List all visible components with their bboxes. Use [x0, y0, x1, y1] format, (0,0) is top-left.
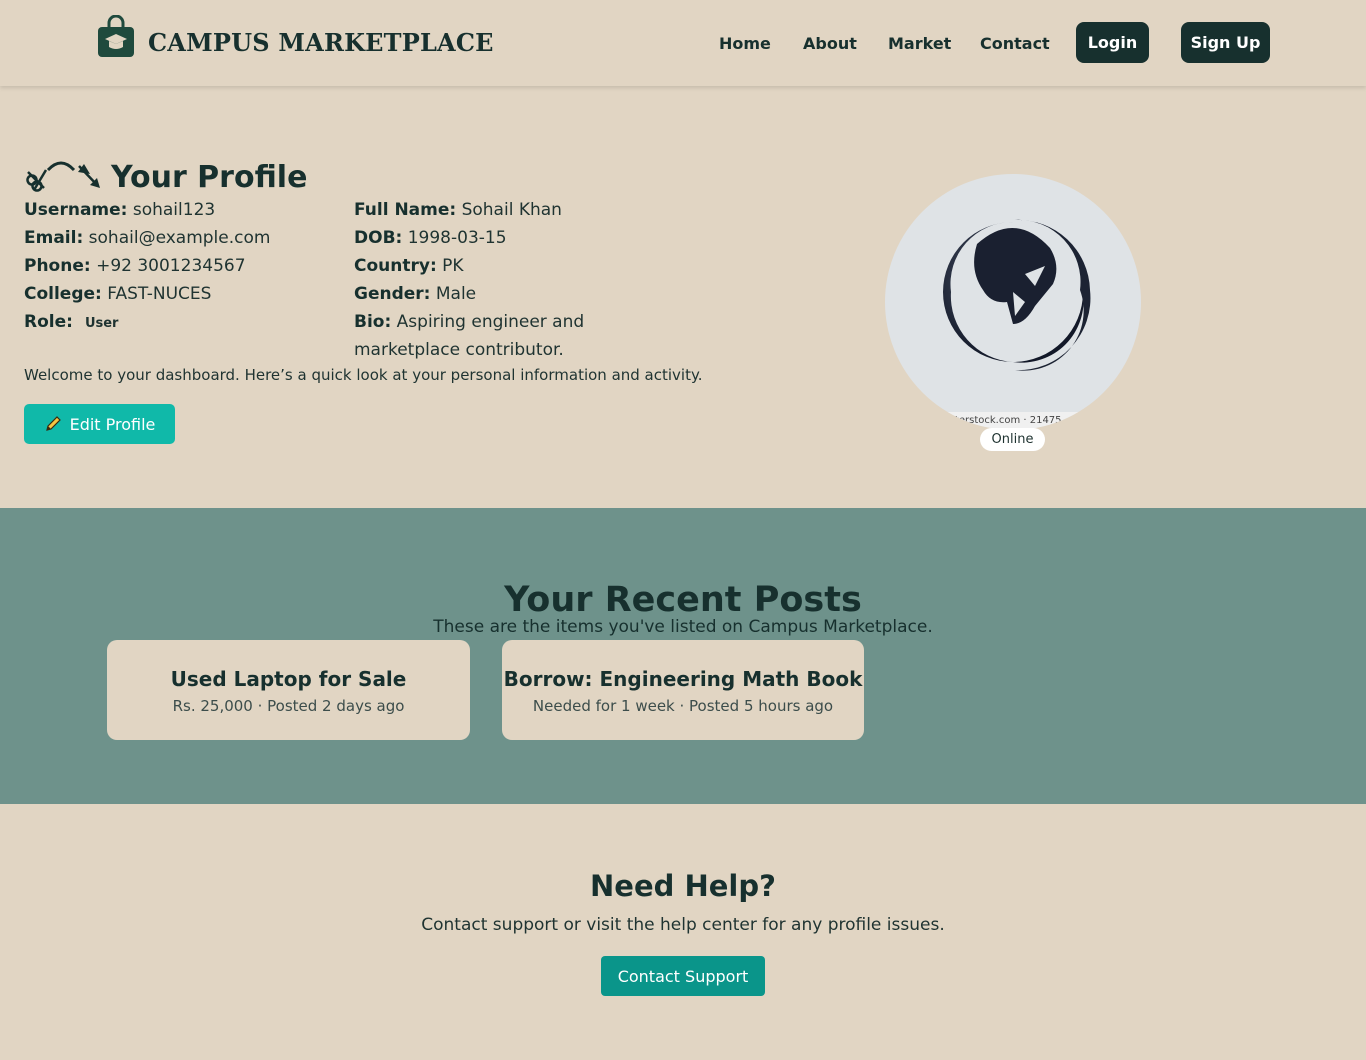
contact-support-button[interactable]: Contact Support: [601, 956, 765, 996]
help-text: Contact support or visit the help center…: [421, 915, 945, 935]
status-badge: Online: [980, 428, 1045, 451]
welcome-text: Welcome to your dashboard. Here’s a quic…: [24, 366, 703, 384]
field-college: College: FAST-NUCES: [24, 284, 212, 304]
field-phone: Phone: +92 3001234567: [24, 256, 246, 276]
scissors-arc-icon: [26, 161, 100, 192]
field-country: Country: PK: [354, 256, 464, 276]
post-card[interactable]: Used Laptop for Sale Rs. 25,000 · Posted…: [107, 640, 470, 740]
field-email: Email: sohail@example.com: [24, 228, 271, 248]
field-dob: DOB: 1998-03-15: [354, 228, 507, 248]
avatar[interactable]: terstock.com · 21475...: [885, 174, 1141, 430]
login-button[interactable]: Login: [1076, 22, 1149, 63]
role-badge: User: [84, 316, 119, 331]
help-title: Need Help?: [590, 869, 776, 903]
post-meta: Rs. 25,000 · Posted 2 days ago: [172, 697, 405, 715]
signup-button[interactable]: Sign Up: [1181, 22, 1270, 63]
nav-about[interactable]: About: [803, 34, 857, 53]
profile-title: Your Profile: [111, 160, 308, 195]
nav-home[interactable]: Home: [719, 34, 771, 53]
post-card[interactable]: Borrow: Engineering Math Book Needed for…: [502, 640, 864, 740]
edit-profile-label: Edit Profile: [69, 414, 156, 434]
field-bio: Bio: Aspiring engineer and marketplace c…: [354, 312, 585, 360]
edit-profile-button[interactable]: Edit Profile: [24, 404, 175, 444]
nav-contact[interactable]: Contact: [980, 34, 1050, 53]
panther-logo-icon: [943, 219, 1091, 371]
post-title: Borrow: Engineering Math Book: [503, 667, 863, 691]
field-username: Username: sohail123: [24, 200, 216, 220]
pencil-icon: [45, 416, 61, 431]
field-gender: Gender: Male: [354, 284, 477, 304]
recent-posts-title: Your Recent Posts: [504, 580, 862, 620]
site-header: CAMPUS MARKETPLACE Home About Market Con…: [0, 0, 1366, 86]
field-role: Role: User: [24, 312, 119, 332]
brand-name[interactable]: CAMPUS MARKETPLACE: [148, 28, 494, 57]
post-title: Used Laptop for Sale: [170, 667, 407, 691]
recent-posts-section: Your Recent Posts These are the items yo…: [0, 508, 1366, 804]
shopping-bag-graduation-cap-icon[interactable]: [97, 15, 135, 57]
recent-posts-subtitle: These are the items you've listed on Cam…: [433, 617, 933, 637]
field-full-name: Full Name: Sohail Khan: [354, 200, 562, 220]
post-meta: Needed for 1 week · Posted 5 hours ago: [532, 697, 834, 715]
nav-market[interactable]: Market: [888, 34, 951, 53]
